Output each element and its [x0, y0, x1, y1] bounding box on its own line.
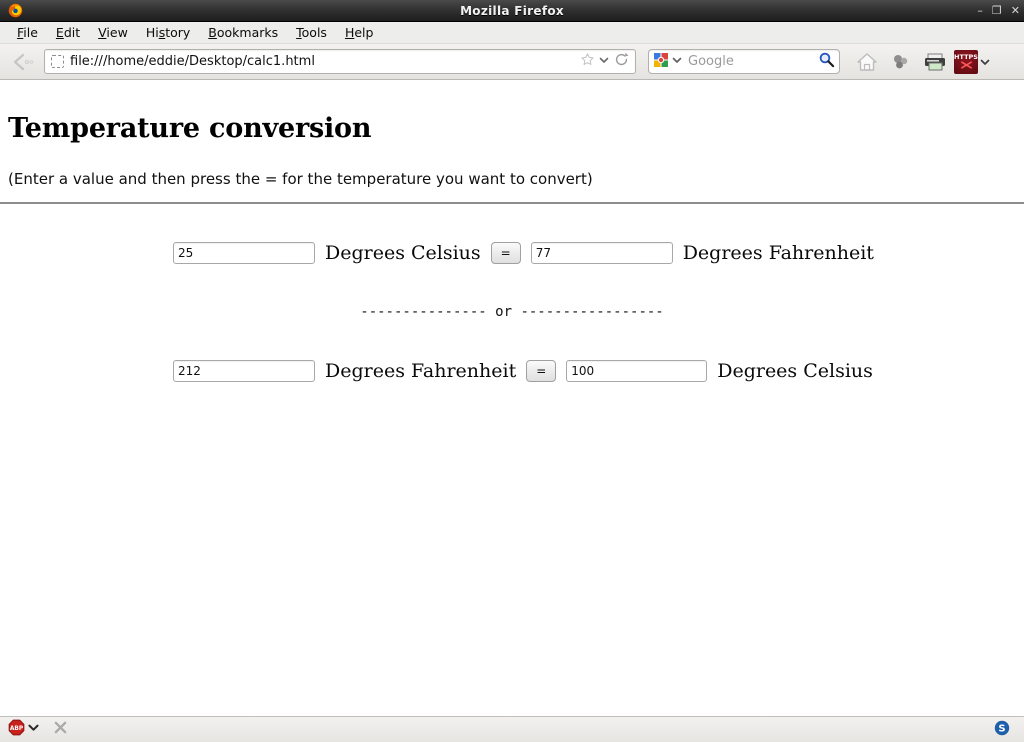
close-x-icon[interactable]	[53, 720, 68, 739]
menu-history[interactable]: History	[137, 23, 199, 42]
celsius-result-label: Degrees Celsius	[717, 360, 873, 382]
search-bar[interactable]: Google	[648, 49, 840, 74]
separator-right-dashes: -----------------	[520, 304, 664, 320]
svg-text:S: S	[998, 723, 1005, 734]
window-title: Mozilla Firefox	[460, 3, 564, 18]
https-everywhere-icon[interactable]: HTTPS	[952, 47, 992, 77]
search-input[interactable]: Google	[688, 54, 818, 69]
fahrenheit-result-label: Degrees Fahrenheit	[682, 242, 874, 264]
adblock-plus-button[interactable]: ABP	[8, 719, 39, 740]
horizontal-rule	[0, 202, 1024, 204]
convert-to-celsius-button[interactable]: =	[526, 360, 557, 382]
chevron-down-icon[interactable]	[28, 722, 39, 737]
svg-text:ABP: ABP	[10, 726, 24, 732]
fahrenheit-input[interactable]	[173, 360, 315, 382]
adblock-plus-icon[interactable]: ABP	[8, 719, 25, 740]
skype-s-icon[interactable]: S	[994, 720, 1010, 740]
separator-left-dashes: ---------------	[360, 304, 487, 320]
menu-view[interactable]: View	[89, 23, 137, 42]
page-title: Temperature conversion	[8, 113, 372, 144]
url-bar[interactable]: file:///home/eddie/Desktop/calc1.html	[44, 49, 636, 74]
chevron-down-icon	[980, 59, 990, 65]
toolbar-buttons: HTTPS	[850, 47, 992, 77]
conversion-row-fahrenheit-to-celsius: Degrees Fahrenheit = Degrees Celsius	[173, 360, 1016, 382]
page-intro: (Enter a value and then press the = for …	[8, 170, 593, 188]
window-controls: – ❐ ✕	[977, 5, 1020, 16]
status-bar-left: ABP	[8, 719, 68, 740]
search-engine-chevron-icon[interactable]	[672, 54, 682, 69]
separator-word: or	[495, 304, 512, 320]
celsius-input[interactable]	[173, 242, 315, 264]
convert-to-fahrenheit-button[interactable]: =	[490, 242, 521, 264]
conversion-row-celsius-to-fahrenheit: Degrees Celsius = Degrees Fahrenheit	[173, 242, 1016, 264]
fahrenheit-result-input[interactable]	[530, 242, 673, 264]
menu-help[interactable]: Help	[336, 23, 383, 42]
celsius-result-input[interactable]	[566, 360, 708, 382]
or-separator: --------------- or -----------------	[8, 304, 1016, 320]
title-bar: Mozilla Firefox – ❐ ✕	[0, 0, 1024, 22]
status-bar-right: S	[994, 720, 1016, 740]
google-icon[interactable]	[653, 52, 669, 72]
menu-bar: File Edit View History Bookmarks Tools H…	[0, 22, 1024, 44]
navigation-toolbar: file:///home/eddie/Desktop/calc1.html Go…	[0, 44, 1024, 80]
minimize-button[interactable]: –	[977, 5, 983, 16]
magnifier-icon[interactable]	[818, 51, 835, 72]
menu-edit[interactable]: Edit	[47, 23, 89, 42]
chevron-down-icon[interactable]	[599, 54, 609, 69]
fahrenheit-input-label: Degrees Fahrenheit	[325, 360, 517, 382]
menu-tools[interactable]: Tools	[287, 23, 336, 42]
url-input[interactable]: file:///home/eddie/Desktop/calc1.html	[70, 54, 580, 69]
bubbles-icon[interactable]	[884, 47, 918, 77]
menu-bookmarks[interactable]: Bookmarks	[199, 23, 287, 42]
reload-icon[interactable]	[613, 51, 630, 72]
close-button[interactable]: ✕	[1011, 5, 1020, 16]
back-arrow-icon[interactable]	[6, 53, 40, 71]
status-bar: ABP S	[0, 716, 1024, 742]
home-icon[interactable]	[850, 47, 884, 77]
printer-icon[interactable]	[918, 47, 952, 77]
restore-button[interactable]: ❐	[992, 5, 1002, 16]
page-content: Temperature conversion (Enter a value an…	[0, 80, 1024, 715]
url-bar-icons	[580, 51, 632, 72]
celsius-input-label: Degrees Celsius	[325, 242, 481, 264]
star-icon[interactable]	[580, 52, 595, 71]
dashed-placeholder-favicon	[51, 55, 64, 68]
menu-file[interactable]: File	[8, 23, 47, 42]
